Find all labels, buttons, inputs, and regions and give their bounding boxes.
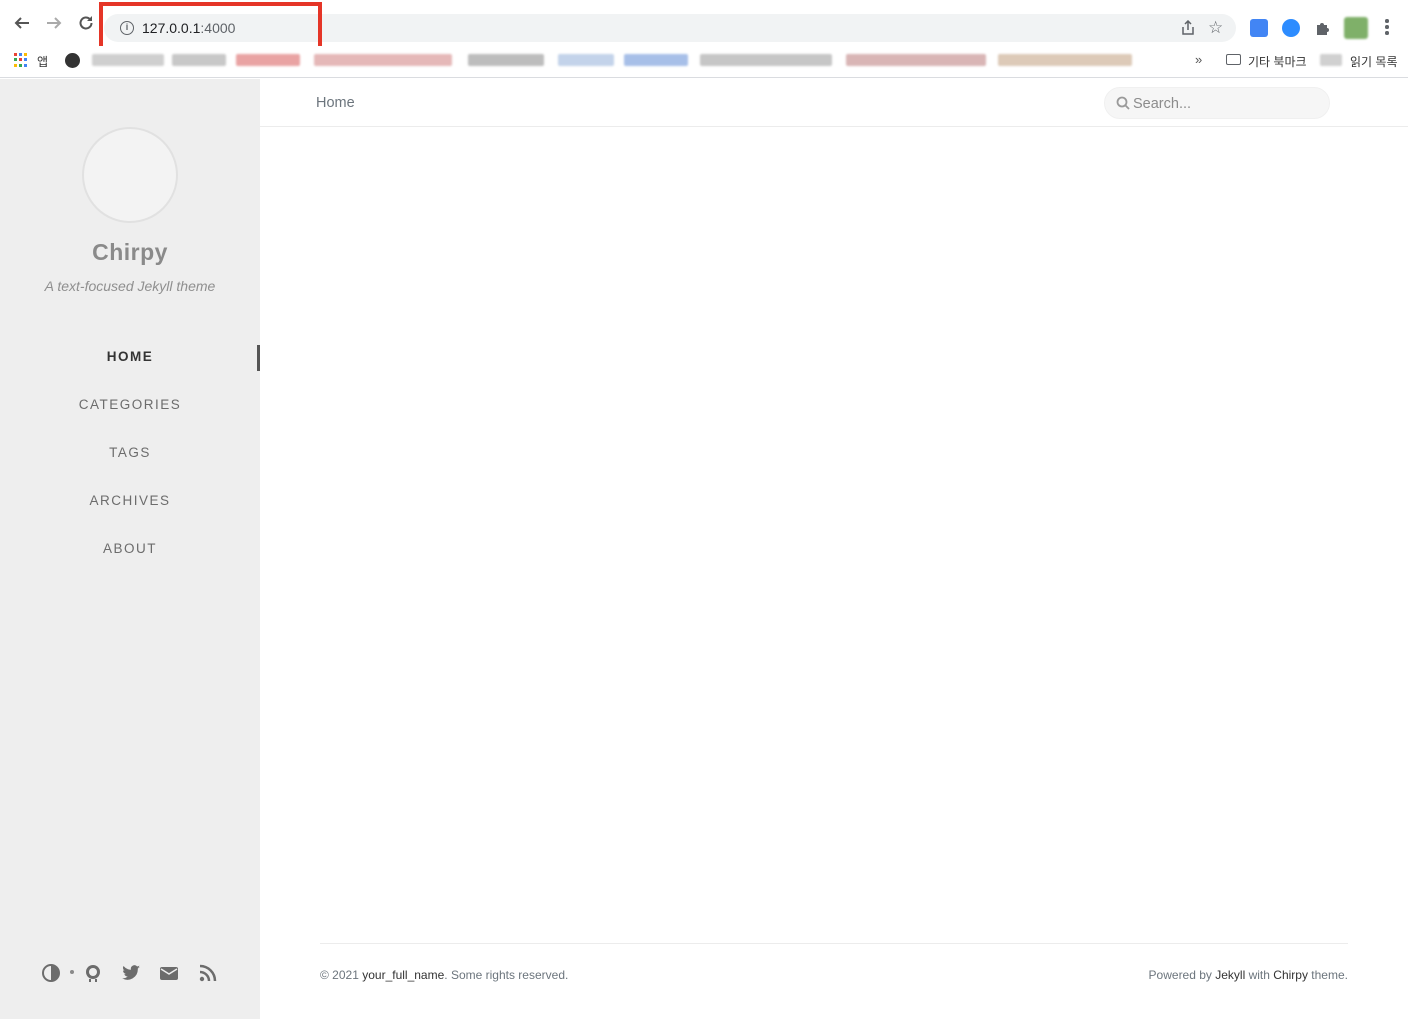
author-link[interactable]: your_full_name xyxy=(362,968,444,982)
email-icon[interactable] xyxy=(159,963,179,985)
browser-toolbar: i 127.0.0.1:4000 ☆ xyxy=(0,0,1408,50)
github-icon[interactable] xyxy=(83,963,103,985)
breadcrumb: Home xyxy=(316,95,355,111)
twitter-icon[interactable] xyxy=(121,963,141,985)
site-title[interactable]: Chirpy xyxy=(0,239,260,266)
reading-list-icon[interactable] xyxy=(1320,54,1342,66)
blurred-bookmark[interactable] xyxy=(172,54,226,66)
globe-icon[interactable] xyxy=(65,53,80,68)
rss-icon[interactable] xyxy=(198,963,218,985)
copyright-suffix: . Some rights reserved. xyxy=(444,968,569,982)
sidebar: Chirpy A text-focused Jekyll theme HOME … xyxy=(0,79,260,1019)
blurred-bookmark[interactable] xyxy=(468,54,544,66)
apps-grid-icon[interactable] xyxy=(14,53,28,67)
sidebar-item-categories[interactable]: CATEGORIES xyxy=(0,397,260,412)
powered-suffix: theme. xyxy=(1307,968,1348,982)
chirpy-link[interactable]: Chirpy xyxy=(1273,968,1308,982)
blurred-bookmark[interactable] xyxy=(314,54,452,66)
folder-icon[interactable] xyxy=(1226,54,1241,65)
other-bookmarks-label[interactable]: 기타 북마크 xyxy=(1248,53,1307,70)
search-box[interactable] xyxy=(1104,87,1330,119)
reload-icon[interactable] xyxy=(77,14,95,32)
extensions-puzzle-icon[interactable] xyxy=(1314,19,1332,37)
translate-extension-icon[interactable] xyxy=(1250,19,1268,37)
bookmark-star-icon[interactable]: ☆ xyxy=(1208,19,1226,37)
url-highlight-box xyxy=(99,2,322,50)
separator-dot xyxy=(70,970,74,974)
profile-avatar[interactable] xyxy=(1344,17,1368,39)
powered-with: with xyxy=(1245,968,1274,982)
bookmarks-overflow-chevron[interactable]: » xyxy=(1195,52,1202,67)
topbar: Home xyxy=(260,79,1408,127)
search-icon xyxy=(1116,96,1130,110)
active-nav-indicator xyxy=(257,345,260,371)
powered-prefix: Powered by xyxy=(1148,968,1216,982)
zoom-extension-icon[interactable] xyxy=(1282,19,1300,37)
avatar[interactable] xyxy=(82,127,178,223)
blurred-bookmark[interactable] xyxy=(624,54,688,66)
blurred-bookmark[interactable] xyxy=(92,54,164,66)
theme-toggle-icon[interactable] xyxy=(41,963,61,985)
sidebar-item-about[interactable]: ABOUT xyxy=(0,541,260,556)
back-icon[interactable] xyxy=(13,14,31,32)
blurred-bookmark[interactable] xyxy=(558,54,614,66)
blurred-bookmark[interactable] xyxy=(236,54,300,66)
sidebar-item-tags[interactable]: TAGS xyxy=(0,445,260,460)
reading-list-label[interactable]: 읽기 목록 xyxy=(1350,53,1398,70)
sidebar-item-archives[interactable]: ARCHIVES xyxy=(0,493,260,508)
bookmarks-bar: 앱 » 기타 북마크 읽기 목록 xyxy=(0,46,1408,78)
apps-bookmark-label[interactable]: 앱 xyxy=(37,53,48,70)
sidebar-item-home[interactable]: HOME xyxy=(0,349,260,364)
site-subtitle: A text-focused Jekyll theme xyxy=(44,278,216,294)
jekyll-link[interactable]: Jekyll xyxy=(1215,968,1245,982)
browser-menu-icon[interactable] xyxy=(1384,19,1390,37)
forward-icon[interactable] xyxy=(45,14,63,32)
footer-powered-by: Powered by Jekyll with Chirpy theme. xyxy=(1149,968,1348,982)
copyright-prefix: © 2021 xyxy=(320,968,363,982)
blurred-bookmark[interactable] xyxy=(998,54,1132,66)
footer-copyright: © 2021 your_full_name. Some rights reser… xyxy=(320,968,568,982)
search-input[interactable] xyxy=(1133,94,1323,114)
footer-divider xyxy=(320,943,1348,944)
blurred-bookmark[interactable] xyxy=(700,54,832,66)
blurred-bookmark[interactable] xyxy=(846,54,986,66)
share-icon[interactable] xyxy=(1180,19,1196,36)
